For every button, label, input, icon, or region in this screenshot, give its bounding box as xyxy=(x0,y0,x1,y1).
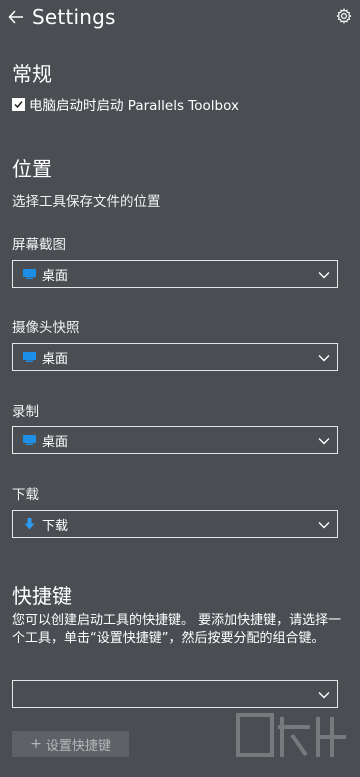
chevron-down-icon xyxy=(318,522,330,529)
download-location-dropdown[interactable]: 下载 xyxy=(12,510,338,538)
page-title: Settings xyxy=(32,5,116,29)
checkbox-box[interactable] xyxy=(12,97,25,111)
back-button[interactable] xyxy=(0,0,32,34)
download-label: 下载 xyxy=(12,487,39,503)
settings-button[interactable] xyxy=(334,6,354,26)
plus-icon: + xyxy=(30,736,42,752)
startup-checkbox-label: 电脑启动时启动 Parallels Toolbox xyxy=(29,98,239,114)
gear-icon xyxy=(336,8,352,24)
recording-label: 录制 xyxy=(12,404,39,420)
recording-location-dropdown[interactable]: 桌面 xyxy=(12,426,338,454)
shortcuts-description: 您可以创建启动工具的快捷键。 要添加快捷键，请选择一个工具，单击“设置快捷键”，… xyxy=(12,613,342,646)
checkmark-icon xyxy=(14,100,23,108)
title-bar: Settings xyxy=(0,0,360,34)
chevron-down-icon xyxy=(318,355,330,362)
location-heading: 位置 xyxy=(12,157,52,181)
shortcuts-heading: 快捷键 xyxy=(12,584,72,608)
chevron-down-icon xyxy=(318,272,330,279)
dropdown-value: 桌面 xyxy=(42,268,69,284)
set-shortcut-label: 设置快捷键 xyxy=(45,738,111,754)
back-arrow-icon xyxy=(8,10,23,24)
startup-checkbox[interactable]: 电脑启动时启动 Parallels Toolbox xyxy=(12,94,239,114)
desktop-icon xyxy=(22,267,36,281)
screenshot-label: 屏幕截图 xyxy=(12,237,66,253)
tool-select-dropdown[interactable] xyxy=(12,680,338,708)
dropdown-value: 桌面 xyxy=(42,351,69,367)
dropdown-value: 桌面 xyxy=(42,434,69,450)
download-icon xyxy=(22,517,36,531)
desktop-icon xyxy=(22,350,36,364)
chevron-down-icon xyxy=(318,692,330,699)
general-heading: 常规 xyxy=(12,62,52,86)
webcam-snapshot-label: 摄像头快照 xyxy=(12,320,80,336)
webcam-location-dropdown[interactable]: 桌面 xyxy=(12,343,338,371)
chevron-down-icon xyxy=(318,438,330,445)
set-shortcut-button[interactable]: + 设置快捷键 xyxy=(12,731,129,757)
watermark-logo xyxy=(236,713,346,757)
dropdown-value: 下载 xyxy=(42,518,69,534)
screenshot-location-dropdown[interactable]: 桌面 xyxy=(12,260,338,288)
desktop-icon xyxy=(22,433,36,447)
location-description: 选择工具保存文件的位置 xyxy=(12,194,161,210)
